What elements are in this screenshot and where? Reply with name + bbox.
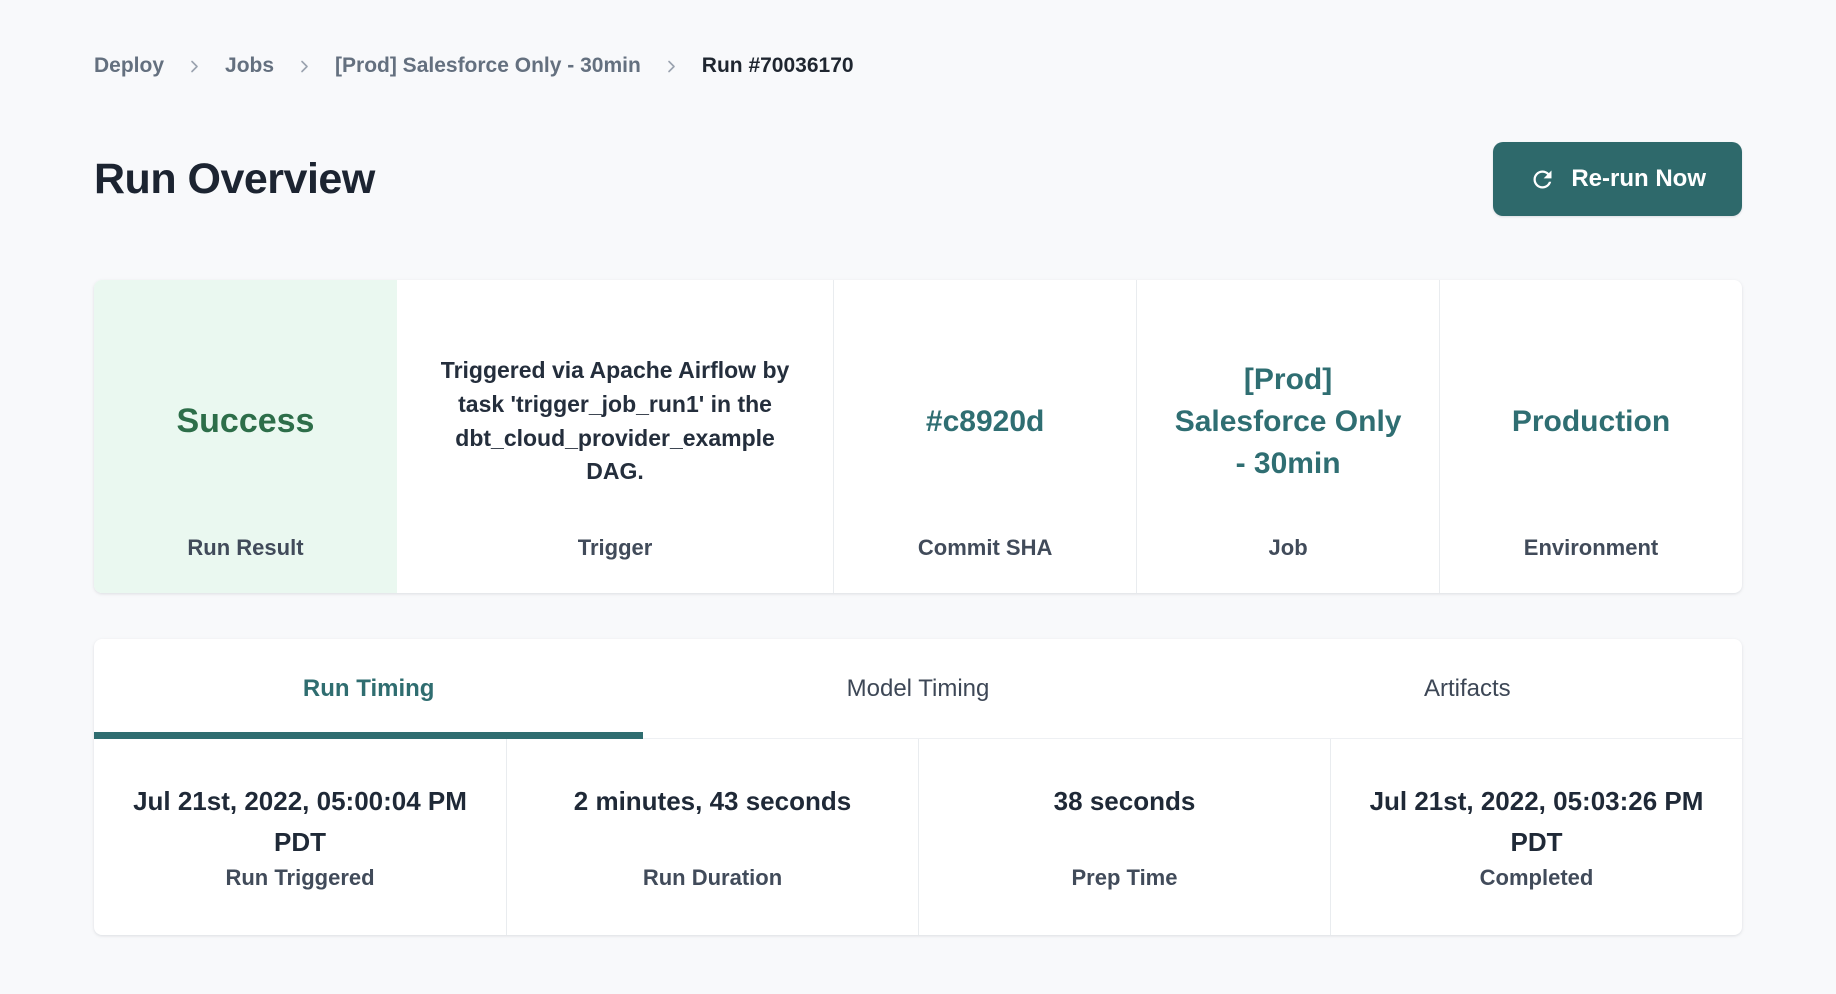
completed-cell: Jul 21st, 2022, 05:03:26 PM PDT Complete…	[1330, 739, 1742, 935]
breadcrumb-job-name[interactable]: [Prod] Salesforce Only - 30min	[335, 54, 641, 78]
breadcrumb-deploy[interactable]: Deploy	[94, 54, 164, 78]
run-duration-cell: 2 minutes, 43 seconds Run Duration	[506, 739, 918, 935]
commit-sha-cell: #c8920d Commit SHA	[833, 280, 1136, 593]
chevron-right-icon	[664, 59, 679, 74]
breadcrumb: Deploy Jobs [Prod] Salesforce Only - 30m…	[94, 54, 1742, 78]
run-duration-value: 2 minutes, 43 seconds	[537, 781, 888, 863]
job-cell: [Prod] Salesforce Only - 30min Job	[1136, 280, 1439, 593]
run-triggered-cell: Jul 21st, 2022, 05:00:04 PM PDT Run Trig…	[94, 739, 506, 935]
tab-artifacts[interactable]: Artifacts	[1193, 639, 1742, 738]
job-label: Job	[1269, 535, 1308, 561]
chevron-right-icon	[297, 59, 312, 74]
run-summary-card: Success Run Result Triggered via Apache …	[94, 280, 1742, 593]
breadcrumb-jobs[interactable]: Jobs	[225, 54, 274, 78]
run-result-label: Run Result	[187, 535, 303, 561]
environment-link[interactable]: Production	[1512, 401, 1670, 443]
page-header: Run Overview Re-run Now	[94, 142, 1742, 216]
tab-bar: Run Timing Model Timing Artifacts	[94, 639, 1742, 739]
trigger-value: Triggered via Apache Airflow by task 'tr…	[429, 354, 801, 489]
run-triggered-value: Jul 21st, 2022, 05:00:04 PM PDT	[124, 781, 476, 863]
environment-label: Environment	[1524, 535, 1658, 561]
rerun-now-button[interactable]: Re-run Now	[1493, 142, 1742, 216]
timing-row: Jul 21st, 2022, 05:00:04 PM PDT Run Trig…	[94, 739, 1742, 935]
run-result-cell: Success Run Result	[94, 280, 397, 593]
prep-time-cell: 38 seconds Prep Time	[918, 739, 1330, 935]
run-timing-card: Run Timing Model Timing Artifacts Jul 21…	[94, 639, 1742, 935]
run-overview-page: Deploy Jobs [Prod] Salesforce Only - 30m…	[94, 0, 1742, 935]
rerun-button-label: Re-run Now	[1571, 165, 1706, 193]
prep-time-value: 38 seconds	[949, 781, 1300, 863]
chevron-right-icon	[187, 59, 202, 74]
tab-model-timing[interactable]: Model Timing	[643, 639, 1192, 738]
breadcrumb-current-run: Run #70036170	[702, 54, 854, 78]
environment-cell: Production Environment	[1439, 280, 1742, 593]
completed-label: Completed	[1361, 865, 1712, 891]
run-result-value: Success	[176, 402, 314, 441]
page-title: Run Overview	[94, 155, 375, 204]
commit-sha-link[interactable]: #c8920d	[926, 401, 1044, 443]
refresh-icon	[1529, 166, 1556, 193]
run-duration-label: Run Duration	[537, 865, 888, 891]
trigger-label: Trigger	[578, 535, 653, 561]
trigger-cell: Triggered via Apache Airflow by task 'tr…	[397, 280, 833, 593]
completed-value: Jul 21st, 2022, 05:03:26 PM PDT	[1361, 781, 1712, 863]
tab-run-timing[interactable]: Run Timing	[94, 639, 643, 738]
commit-sha-label: Commit SHA	[918, 535, 1052, 561]
prep-time-label: Prep Time	[949, 865, 1300, 891]
run-triggered-label: Run Triggered	[124, 865, 476, 891]
job-link[interactable]: [Prod] Salesforce Only - 30min	[1168, 359, 1408, 485]
